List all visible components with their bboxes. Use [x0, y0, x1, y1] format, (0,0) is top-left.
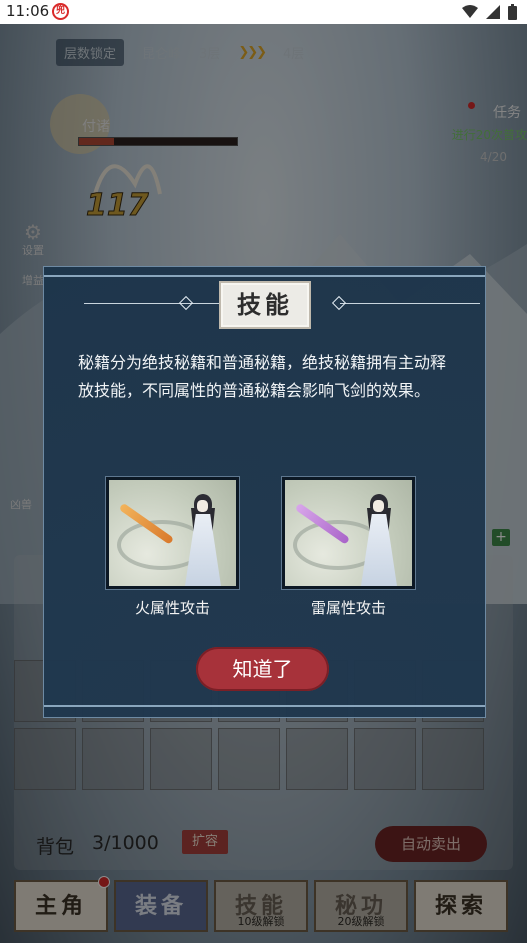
status-bar: 11:06 兜	[0, 0, 527, 24]
skill-tutorial-dialog: 技能 秘籍分为绝技秘籍和普通秘籍，绝技秘籍拥有主动释放技能，不同属性的普通秘籍会…	[43, 266, 486, 718]
confirm-button[interactable]: 知道了	[196, 647, 329, 691]
hero-robe	[185, 514, 221, 586]
hero-face	[373, 500, 384, 512]
system-icons	[462, 4, 517, 20]
dialog-bottom-border	[44, 705, 485, 707]
hero-face	[197, 500, 208, 512]
fire-skill-image	[106, 477, 239, 589]
battery-icon	[508, 4, 517, 20]
wifi-icon	[462, 5, 478, 18]
title-divider-right	[340, 303, 480, 304]
dialog-title: 技能	[219, 281, 311, 329]
diamond-ornament-icon	[331, 295, 347, 311]
diamond-ornament-icon	[178, 295, 194, 311]
thunder-skill-image	[282, 477, 415, 589]
hero-figure	[359, 494, 399, 586]
thunder-skill-label: 雷属性攻击	[310, 599, 386, 617]
hero-robe	[361, 514, 397, 586]
fire-skill-label: 火属性攻击	[134, 599, 210, 617]
dialog-top-border	[44, 275, 485, 277]
clock: 11:06	[6, 2, 50, 20]
title-divider-left	[84, 303, 224, 304]
hero-figure	[183, 494, 223, 586]
app-notification-icon: 兜	[52, 3, 69, 20]
signal-icon	[486, 5, 500, 19]
dialog-description: 秘籍分为绝技秘籍和普通秘籍，绝技秘籍拥有主动释放技能，不同属性的普通秘籍会影响飞…	[78, 353, 447, 400]
